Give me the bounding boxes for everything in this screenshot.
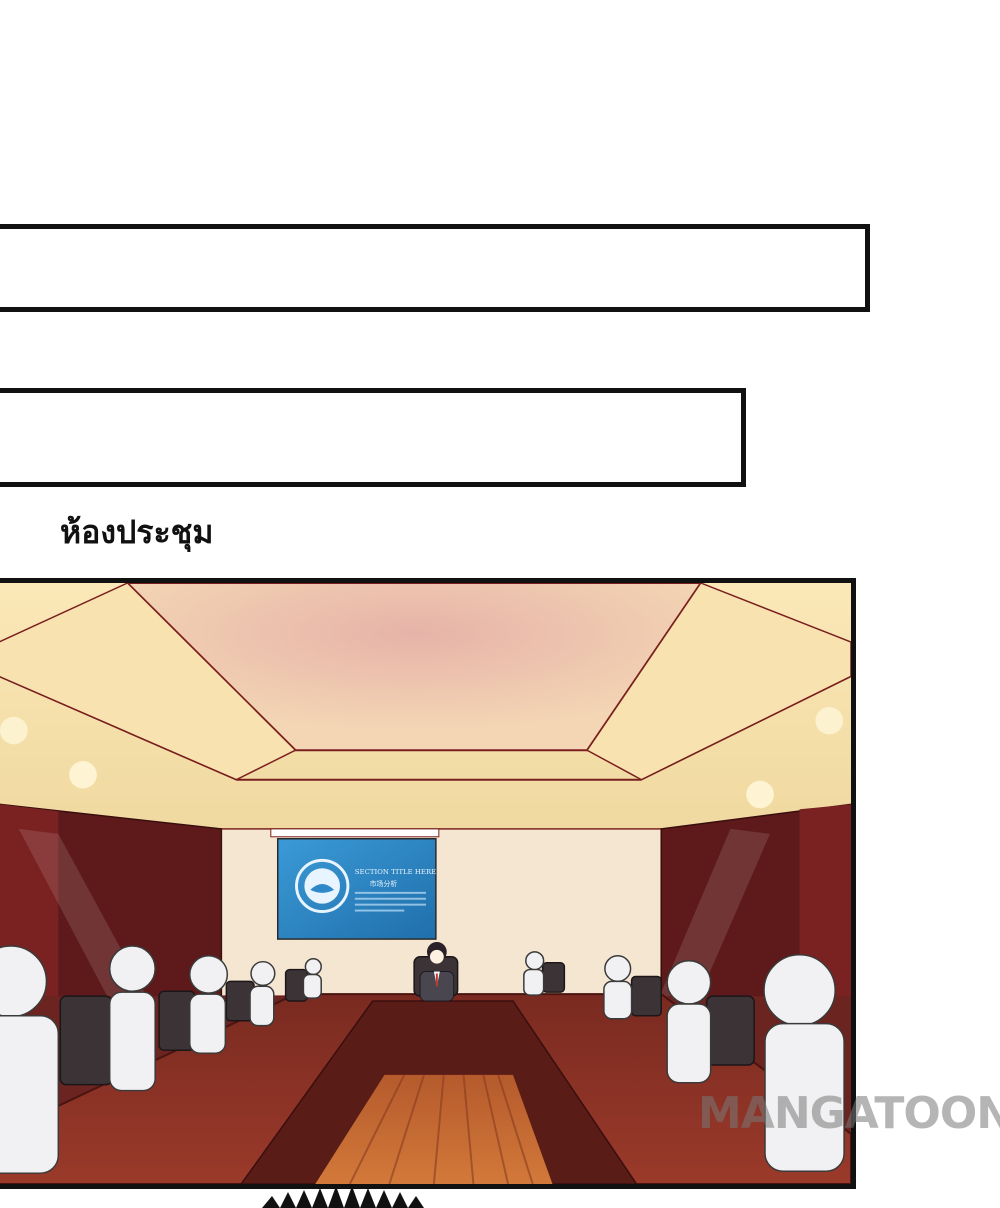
spiky-bubble-edge: [262, 1186, 432, 1208]
projector-screen: [276, 838, 437, 940]
screen-subtitle: 市场分析: [370, 879, 398, 888]
speech-bubble-2: [0, 388, 746, 487]
screen-title: SECTION TITLE HERE: [355, 868, 436, 876]
mangatoon-watermark: MANGATOON: [698, 1088, 1000, 1139]
speech-bubble-1: [0, 224, 870, 312]
location-caption: ห้องประชุม: [60, 513, 214, 551]
